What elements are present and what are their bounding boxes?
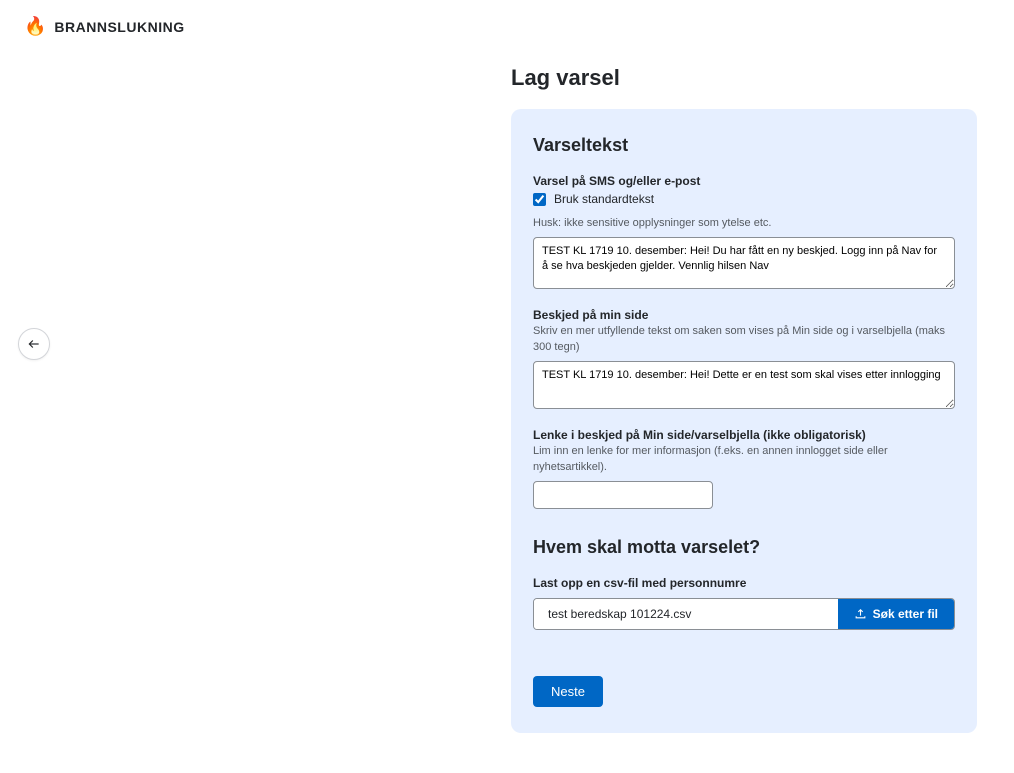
sms-label: Varsel på SMS og/eller e-post xyxy=(533,174,955,188)
minside-field-group: Beskjed på min side Skriv en mer utfylle… xyxy=(533,308,955,412)
standardtext-checkbox-label[interactable]: Bruk standardtekst xyxy=(554,192,654,206)
lenke-label: Lenke i beskjed på Min side/varselbjella… xyxy=(533,428,955,442)
minside-description: Skriv en mer utfyllende tekst om saken s… xyxy=(533,324,955,355)
uploaded-file-name: test beredskap 101224.csv xyxy=(534,599,838,629)
page-heading: Lag varsel xyxy=(511,65,977,91)
back-button[interactable] xyxy=(18,328,50,360)
standardtext-checkbox[interactable] xyxy=(533,193,546,206)
upload-icon xyxy=(854,607,867,620)
lenke-input[interactable] xyxy=(533,481,713,509)
next-button[interactable]: Neste xyxy=(533,676,603,707)
fire-icon: 🔥 xyxy=(24,16,46,37)
minside-textarea[interactable] xyxy=(533,361,955,409)
upload-field-group: Last opp en csv-fil med personnumre test… xyxy=(533,576,955,630)
app-header: 🔥 BRANNSLUKNING xyxy=(0,0,1014,53)
search-file-button-label: Søk etter fil xyxy=(873,607,938,621)
sms-field-group: Varsel på SMS og/eller e-post Bruk stand… xyxy=(533,174,955,292)
lenke-field-group: Lenke i beskjed på Min side/varselbjella… xyxy=(533,428,955,509)
arrow-left-icon xyxy=(27,337,41,351)
lenke-description: Lim inn en lenke for mer informasjon (f.… xyxy=(533,444,955,475)
upload-label: Last opp en csv-fil med personnumre xyxy=(533,576,955,590)
recipients-title: Hvem skal motta varselet? xyxy=(533,537,955,558)
file-upload-row: test beredskap 101224.csv Søk etter fil xyxy=(533,598,955,630)
main-content: Lag varsel Varseltekst Varsel på SMS og/… xyxy=(17,53,997,773)
app-title: BRANNSLUKNING xyxy=(54,19,184,35)
varseltekst-title: Varseltekst xyxy=(533,135,955,156)
form-card: Varseltekst Varsel på SMS og/eller e-pos… xyxy=(511,109,977,733)
minside-label: Beskjed på min side xyxy=(533,308,955,322)
sms-textarea[interactable] xyxy=(533,237,955,289)
sms-description: Husk: ikke sensitive opplysninger som yt… xyxy=(533,216,955,231)
search-file-button[interactable]: Søk etter fil xyxy=(838,599,954,629)
